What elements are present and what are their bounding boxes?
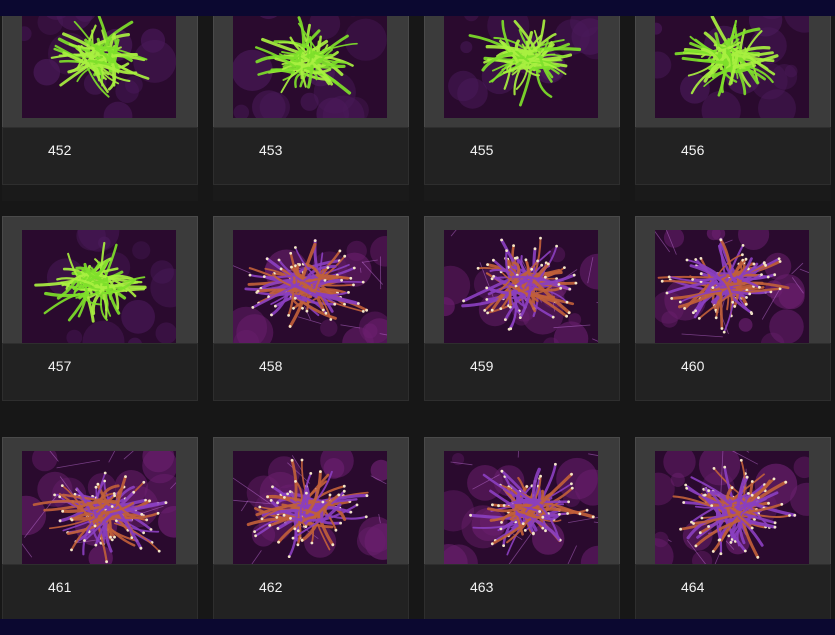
gallery-item-462[interactable]: 462 bbox=[213, 437, 409, 619]
gallery-item-459[interactable]: 459 bbox=[424, 216, 620, 401]
coral-photo bbox=[233, 230, 387, 346]
gallery-item-457[interactable]: 457 bbox=[2, 216, 198, 401]
thumbnail-caption: 453 bbox=[213, 127, 409, 185]
coral-photo bbox=[233, 451, 387, 567]
top-bar bbox=[0, 0, 835, 16]
gallery-item-460[interactable]: 460 bbox=[635, 216, 831, 401]
item-number: 459 bbox=[470, 358, 494, 374]
coral-photo bbox=[655, 230, 809, 346]
coral-thumbnail[interactable] bbox=[444, 230, 598, 346]
item-number: 460 bbox=[681, 358, 705, 374]
item-number: 458 bbox=[259, 358, 283, 374]
item-number: 456 bbox=[681, 142, 705, 158]
thumbnail-caption: 457 bbox=[2, 343, 198, 401]
thumbnail-caption: 458 bbox=[213, 343, 409, 401]
gallery-item-452[interactable]: 452 bbox=[2, 16, 198, 201]
coral-thumbnail[interactable] bbox=[233, 16, 387, 118]
gallery-item-463[interactable]: 463 bbox=[424, 437, 620, 619]
thumbnail-caption: 461 bbox=[2, 564, 198, 619]
gallery-item-455[interactable]: 455 bbox=[424, 16, 620, 201]
coral-thumbnail[interactable] bbox=[655, 230, 809, 346]
coral-thumbnail[interactable] bbox=[22, 451, 176, 567]
coral-thumbnail[interactable] bbox=[22, 230, 176, 346]
coral-thumbnail[interactable] bbox=[655, 16, 809, 118]
coral-thumbnail[interactable] bbox=[233, 230, 387, 346]
thumbnail-gallery: 452 453 455 456 457 458 459 460 461 462 … bbox=[0, 16, 835, 619]
thumbnail-caption: 452 bbox=[2, 127, 198, 185]
item-number: 453 bbox=[259, 142, 283, 158]
coral-photo bbox=[444, 230, 598, 346]
thumbnail-caption: 456 bbox=[635, 127, 831, 185]
item-number: 464 bbox=[681, 579, 705, 595]
thumbnail-caption: 462 bbox=[213, 564, 409, 619]
coral-photo bbox=[22, 451, 176, 567]
coral-photo bbox=[233, 16, 387, 118]
item-number: 455 bbox=[470, 142, 494, 158]
item-number: 452 bbox=[48, 142, 72, 158]
bottom-bar bbox=[0, 619, 835, 635]
coral-photo bbox=[22, 16, 176, 118]
coral-thumbnail[interactable] bbox=[444, 16, 598, 118]
coral-photo bbox=[655, 16, 809, 118]
coral-thumbnail[interactable] bbox=[444, 451, 598, 567]
gallery-item-461[interactable]: 461 bbox=[2, 437, 198, 619]
coral-photo bbox=[444, 451, 598, 567]
gallery-item-464[interactable]: 464 bbox=[635, 437, 831, 619]
thumbnail-caption: 463 bbox=[424, 564, 620, 619]
coral-thumbnail[interactable] bbox=[655, 451, 809, 567]
item-number: 462 bbox=[259, 579, 283, 595]
gallery-item-456[interactable]: 456 bbox=[635, 16, 831, 201]
thumbnail-caption: 455 bbox=[424, 127, 620, 185]
coral-photo bbox=[655, 451, 809, 567]
thumbnail-caption: 459 bbox=[424, 343, 620, 401]
item-number: 461 bbox=[48, 579, 72, 595]
coral-thumbnail[interactable] bbox=[233, 451, 387, 567]
coral-photo bbox=[444, 16, 598, 118]
item-number: 463 bbox=[470, 579, 494, 595]
gallery-item-453[interactable]: 453 bbox=[213, 16, 409, 201]
coral-photo bbox=[22, 230, 176, 346]
thumbnail-caption: 464 bbox=[635, 564, 831, 619]
item-number: 457 bbox=[48, 358, 72, 374]
gallery-item-458[interactable]: 458 bbox=[213, 216, 409, 401]
thumbnail-caption: 460 bbox=[635, 343, 831, 401]
coral-thumbnail[interactable] bbox=[22, 16, 176, 118]
